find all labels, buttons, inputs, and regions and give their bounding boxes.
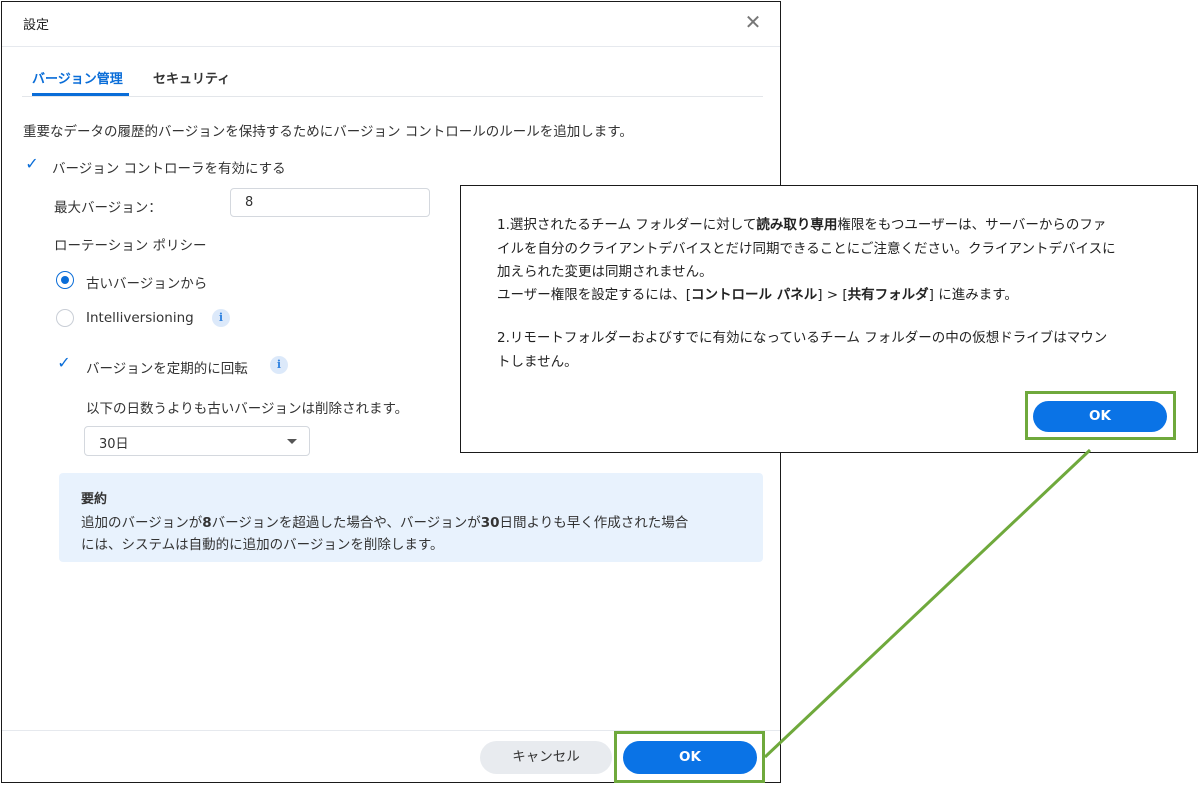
radio-intelliversioning[interactable] (56, 309, 74, 327)
rotate-versions-label: バージョンを定期的に回転 (86, 361, 248, 377)
rotation-policy-label: ローテーション ポリシー (54, 238, 207, 254)
description-text: 重要なデータの履歴的バージョンを保持するためにバージョン コントロールのルールを… (23, 124, 633, 140)
days-select-value: 30日 (99, 437, 129, 452)
radio-intelliversioning-label: Intelliversioning (86, 310, 194, 326)
popup-line-2: イルを自分のクライアントデバイスとだけ同期できることにご注意ください。クライアン… (497, 241, 1116, 257)
popup-line-1: 1.選択されたるチーム フォルダーに対して読み取り専用権限をもつユーザーは、サー… (497, 217, 1107, 233)
info-icon[interactable]: i (212, 309, 230, 327)
summary-box: 要約 追加のバージョンが8バージョンを超過した場合や、バージョンが30日間よりも… (59, 473, 763, 562)
delete-note-text: 以下の日数うよりも古いバージョンは削除されます。 (86, 401, 409, 417)
dialog-header: 設定 ✕ (2, 2, 780, 47)
popup-line-5: 2.リモートフォルダーおよびすでに有効になっているチーム フォルダーの中の仮想ド… (497, 330, 1108, 346)
popup-line-4: ユーザー権限を設定するには、[コントロール パネル] > [共有フォルダ] に進… (497, 287, 1018, 303)
popup-line-3: 加えられた変更は同期されません。 (497, 264, 713, 280)
tab-version-control[interactable]: バージョン管理 (32, 68, 123, 87)
close-icon[interactable]: ✕ (742, 11, 764, 33)
enable-version-control-label: バージョン コントローラを有効にする (52, 161, 286, 177)
summary-title: 要約 (81, 492, 108, 507)
chevron-down-icon (287, 439, 297, 444)
summary-line-1: 追加のバージョンが8バージョンを超過した場合や、バージョンが30日間よりも早く作… (81, 515, 689, 531)
active-tab-indicator (32, 93, 129, 96)
enable-version-control-checkbox[interactable]: ✓ (24, 156, 40, 172)
popup-line-6: トしません。 (497, 354, 578, 370)
summary-line-2: には、システムは自動的に追加のバージョンを削除します。 (81, 537, 444, 553)
tab-security[interactable]: セキュリティ (153, 68, 230, 87)
radio-oldest-first-label: 古いバージョンから (86, 276, 208, 292)
radio-oldest-first[interactable] (56, 271, 74, 289)
popup-ok-button-highlight (1025, 391, 1176, 440)
days-select[interactable]: 30日 (84, 426, 310, 456)
dialog-title: 設定 (23, 18, 50, 33)
cancel-button[interactable]: キャンセル (480, 741, 612, 774)
max-versions-label: 最大バージョン： (54, 200, 162, 216)
ok-button-highlight (614, 731, 765, 783)
rotate-versions-checkbox[interactable]: ✓ (56, 355, 72, 371)
info-icon[interactable]: i (270, 356, 288, 374)
max-versions-input[interactable]: 8 (230, 188, 430, 217)
tab-bar: バージョン管理 セキュリティ (22, 58, 763, 97)
